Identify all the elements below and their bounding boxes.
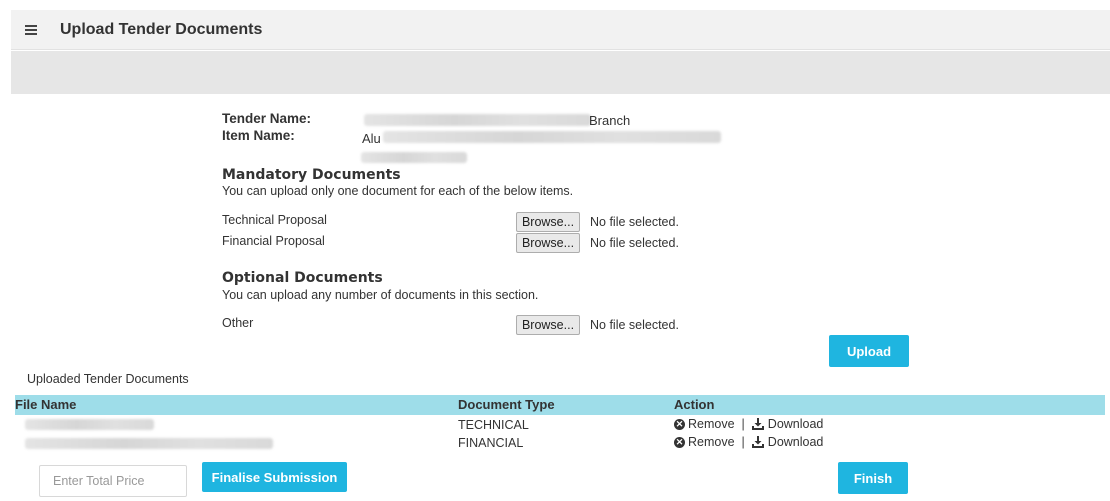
remove-link[interactable]: ✕ Remove bbox=[674, 435, 735, 449]
download-icon bbox=[751, 436, 764, 448]
redacted-file-name bbox=[25, 438, 273, 449]
remove-label: Remove bbox=[688, 435, 735, 449]
financial-proposal-file-status: No file selected. bbox=[590, 236, 679, 250]
mandatory-documents-description: You can upload only one document for eac… bbox=[222, 184, 574, 198]
column-file-name: File Name bbox=[15, 397, 77, 412]
redacted-tender-name bbox=[364, 114, 591, 126]
redacted-file-name bbox=[25, 419, 154, 430]
tender-name-value: Branch bbox=[589, 113, 631, 128]
tender-name-label: Tender Name: bbox=[222, 111, 312, 126]
download-label: Download bbox=[767, 435, 824, 449]
action-cell: ✕ Remove | Download bbox=[674, 417, 823, 431]
download-link[interactable]: Download bbox=[751, 435, 824, 449]
column-document-type: Document Type bbox=[458, 397, 555, 412]
finish-button[interactable]: Finish bbox=[838, 462, 908, 494]
remove-link[interactable]: ✕ Remove bbox=[674, 417, 735, 431]
technical-proposal-file-status: No file selected. bbox=[590, 215, 679, 229]
total-price-input[interactable] bbox=[39, 465, 187, 497]
item-name-label: Item Name: bbox=[222, 128, 295, 143]
document-type-cell: TECHNICAL bbox=[458, 418, 529, 432]
action-separator: | bbox=[741, 435, 745, 449]
technical-proposal-browse-button[interactable]: Browse... bbox=[516, 212, 580, 232]
optional-documents-description: You can upload any number of documents i… bbox=[222, 288, 539, 302]
download-link[interactable]: Download bbox=[751, 417, 824, 431]
optional-documents-title: Optional Documents bbox=[222, 270, 383, 286]
action-cell: ✕ Remove | Download bbox=[674, 435, 823, 449]
action-separator: | bbox=[741, 417, 745, 431]
remove-icon: ✕ bbox=[674, 436, 685, 448]
uploaded-documents-title: Uploaded Tender Documents bbox=[27, 372, 189, 386]
header-band bbox=[11, 51, 1110, 94]
remove-label: Remove bbox=[688, 417, 735, 431]
column-action: Action bbox=[674, 397, 715, 412]
other-document-browse-button[interactable]: Browse... bbox=[516, 315, 580, 335]
page-frame: Upload Tender Documents Tender Name: Bra… bbox=[11, 10, 1110, 501]
page-title: Upload Tender Documents bbox=[60, 21, 263, 38]
uploaded-documents-table-header: File Name Document Type Action bbox=[15, 395, 1105, 415]
menu-icon[interactable] bbox=[23, 21, 41, 39]
technical-proposal-label: Technical Proposal bbox=[222, 213, 327, 227]
download-label: Download bbox=[767, 417, 824, 431]
item-name-value: Alu bbox=[362, 131, 381, 146]
mandatory-documents-title: Mandatory Documents bbox=[222, 167, 401, 183]
redacted-item-name bbox=[383, 131, 721, 143]
document-type-cell: FINANCIAL bbox=[458, 436, 524, 450]
finalise-submission-button[interactable]: Finalise Submission bbox=[202, 462, 347, 492]
upload-button[interactable]: Upload bbox=[829, 335, 909, 367]
page-header: Upload Tender Documents bbox=[11, 10, 1110, 50]
other-document-label: Other bbox=[222, 316, 254, 330]
download-icon bbox=[751, 418, 764, 430]
redacted-item-name-line2 bbox=[361, 152, 467, 163]
remove-icon: ✕ bbox=[674, 418, 685, 430]
other-document-file-status: No file selected. bbox=[590, 318, 679, 332]
financial-proposal-browse-button[interactable]: Browse... bbox=[516, 233, 580, 253]
financial-proposal-label: Financial Proposal bbox=[222, 234, 325, 248]
